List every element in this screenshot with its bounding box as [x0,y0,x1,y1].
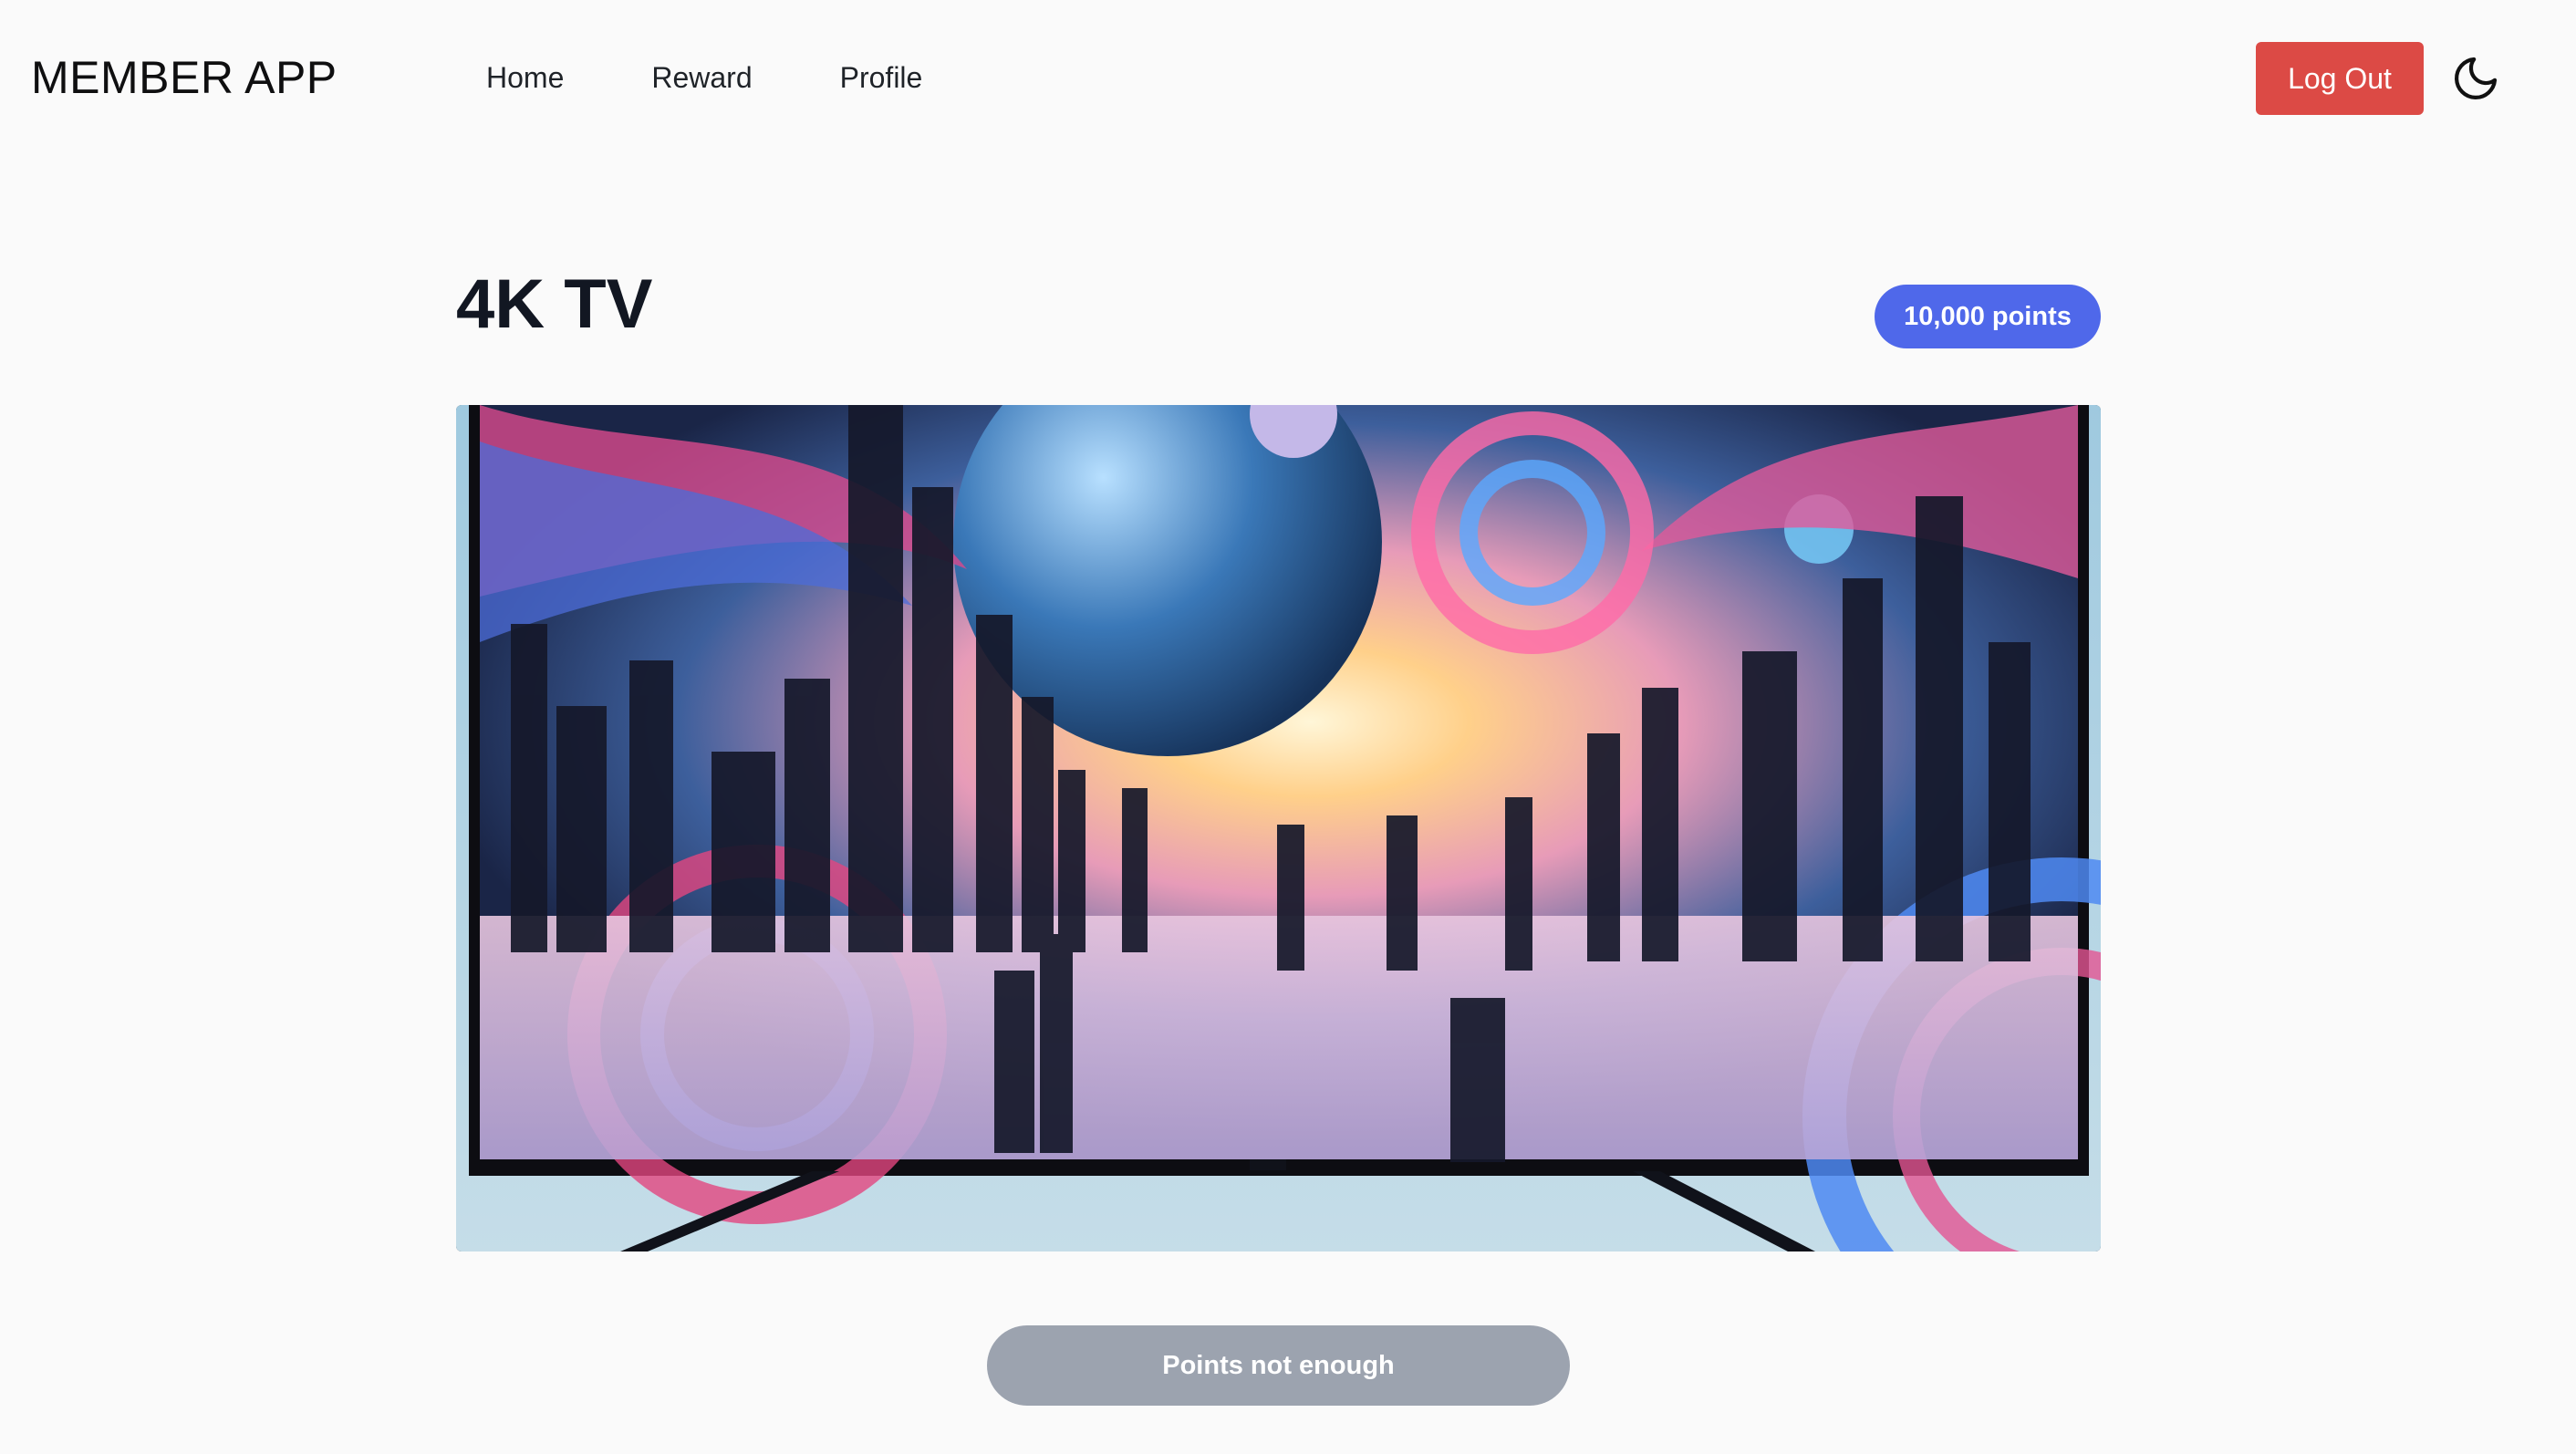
theme-toggle-button[interactable] [2450,53,2501,104]
product-image [456,405,2101,1251]
redeem-button[interactable]: Points not enough [987,1325,1570,1406]
nav-home-link[interactable]: Home [486,57,564,99]
logout-button[interactable]: Log Out [2256,42,2424,115]
app-brand[interactable]: MEMBER APP [31,47,338,108]
reward-title: 4K TV [456,265,653,343]
nav-reward-link[interactable]: Reward [651,57,752,99]
main-nav: Home Reward Profile [486,57,1010,99]
points-badge: 10,000 points [1875,285,2101,348]
top-navbar: MEMBER APP Home Reward Profile Log Out [0,0,2576,157]
nav-profile-link[interactable]: Profile [840,57,923,99]
moon-icon [2455,57,2498,99]
